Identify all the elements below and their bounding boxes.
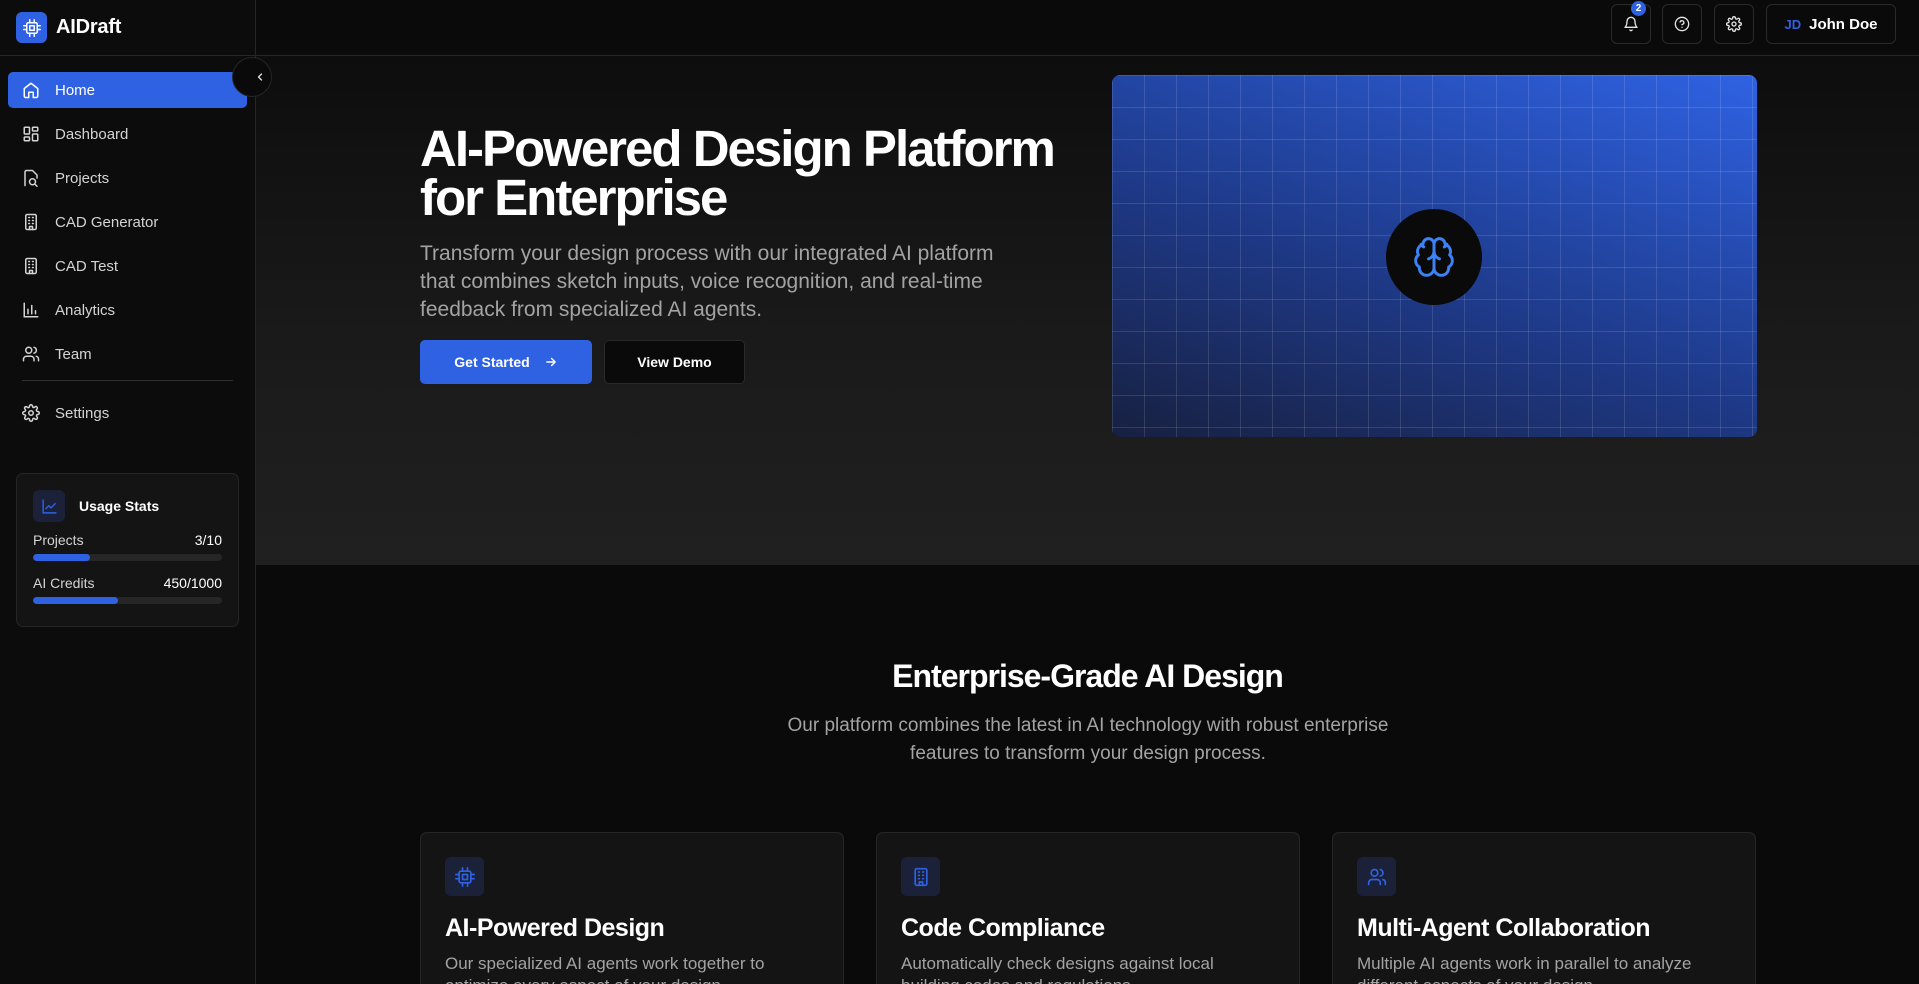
sidebar-item-home[interactable]: Home	[8, 72, 247, 108]
credits-stat-value: 450/1000	[163, 575, 222, 591]
sidebar-nav: Home Dashboard Projects CAD Generator CA…	[8, 72, 247, 439]
feature-card-title: AI-Powered Design	[445, 914, 665, 942]
features-title: Enterprise-Grade AI Design	[892, 658, 1284, 694]
line-chart-icon	[33, 490, 65, 522]
arrow-right-icon	[544, 355, 558, 369]
projects-progress-bar	[33, 554, 222, 561]
feature-card-desc: Our specialized AI agents work together …	[445, 954, 765, 984]
building-icon	[21, 256, 41, 276]
notification-count-badge: 2	[1631, 1, 1646, 16]
nav-divider	[22, 380, 233, 381]
feature-card-code-compliance[interactable]: Code Compliance Automatically check desi…	[876, 832, 1300, 984]
projects-stat-value: 3/10	[194, 532, 222, 548]
users-icon	[1357, 857, 1396, 896]
credits-stat-label: AI Credits	[33, 575, 95, 591]
bell-icon	[1623, 16, 1639, 32]
feature-card-multi-agent[interactable]: Multi-Agent Collaboration Multiple AI ag…	[1332, 832, 1756, 984]
cpu-icon	[445, 857, 484, 896]
help-button[interactable]	[1662, 4, 1702, 44]
gear-icon	[21, 403, 41, 423]
view-demo-button[interactable]: View Demo	[604, 340, 745, 384]
hero-illustration	[1112, 75, 1757, 437]
settings-button[interactable]	[1714, 4, 1754, 44]
building-icon	[21, 212, 41, 232]
brain-icon	[1412, 235, 1456, 279]
sidebar-item-label: Settings	[55, 404, 110, 422]
hero-title: AI-Powered Design Platform for Enterpris…	[420, 120, 1056, 226]
brand[interactable]: AIDraft	[0, 0, 255, 56]
usage-stats-title: Usage Stats	[79, 498, 160, 514]
feature-card-title: Code Compliance	[901, 914, 1105, 942]
projects-progress-fill	[33, 554, 90, 561]
get-started-label: Get Started	[454, 354, 530, 370]
hero-subtitle: Transform your design process with our i…	[420, 242, 994, 321]
projects-icon	[21, 168, 41, 188]
avatar: JD	[1784, 16, 1802, 32]
projects-stat-label: Projects	[33, 532, 84, 548]
sidebar-item-cad-test[interactable]: CAD Test	[8, 248, 247, 284]
notifications-button[interactable]: 2	[1611, 1, 1651, 44]
sidebar-item-projects[interactable]: Projects	[8, 160, 247, 196]
get-started-button[interactable]: Get Started	[420, 340, 592, 384]
sidebar-item-settings[interactable]: Settings	[8, 395, 247, 431]
topbar: 2 JD John Doe	[256, 0, 1919, 56]
chevron-left-icon	[254, 71, 266, 83]
sidebar-item-label: Dashboard	[55, 125, 129, 143]
sidebar: AIDraft Home Dashboard Projects CAD Gene…	[0, 0, 256, 984]
dashboard-icon	[21, 124, 41, 144]
app-name: AIDraft	[56, 16, 122, 38]
users-icon	[21, 344, 41, 364]
sidebar-item-team[interactable]: Team	[8, 336, 247, 372]
help-circle-icon	[1674, 16, 1690, 32]
cpu-logo-icon	[16, 12, 47, 43]
sidebar-item-label: Home	[55, 81, 96, 99]
credits-progress-fill	[33, 597, 119, 604]
sidebar-item-label: Analytics	[55, 301, 116, 319]
gear-icon	[1726, 16, 1742, 32]
home-icon	[21, 80, 41, 100]
bar-chart-icon	[21, 300, 41, 320]
usage-stats-card: Usage Stats Projects 3/10 AI Credits 450…	[16, 473, 239, 627]
user-name: John Doe	[1809, 15, 1878, 33]
sidebar-item-label: Team	[55, 345, 92, 363]
features-subtitle: Our platform combines the latest in AI t…	[787, 715, 1389, 764]
feature-card-ai-design[interactable]: AI-Powered Design Our specialized AI age…	[420, 832, 844, 984]
hero-section: AI-Powered Design Platform for Enterpris…	[256, 56, 1919, 565]
building-icon	[901, 857, 940, 896]
view-demo-label: View Demo	[637, 354, 712, 370]
feature-card-desc: Automatically check designs against loca…	[901, 954, 1214, 984]
brain-badge	[1386, 209, 1482, 305]
user-menu-button[interactable]: JD John Doe	[1766, 4, 1896, 44]
sidebar-item-analytics[interactable]: Analytics	[8, 292, 247, 328]
feature-card-desc: Multiple AI agents work in parallel to a…	[1357, 954, 1692, 984]
sidebar-item-label: CAD Test	[55, 257, 119, 275]
sidebar-item-cad-generator[interactable]: CAD Generator	[8, 204, 247, 240]
sidebar-item-dashboard[interactable]: Dashboard	[8, 116, 247, 152]
sidebar-item-label: Projects	[55, 169, 110, 187]
feature-card-title: Multi-Agent Collaboration	[1357, 914, 1651, 942]
credits-progress-bar	[33, 597, 222, 604]
sidebar-collapse-button[interactable]	[232, 57, 272, 97]
sidebar-item-label: CAD Generator	[55, 213, 159, 231]
